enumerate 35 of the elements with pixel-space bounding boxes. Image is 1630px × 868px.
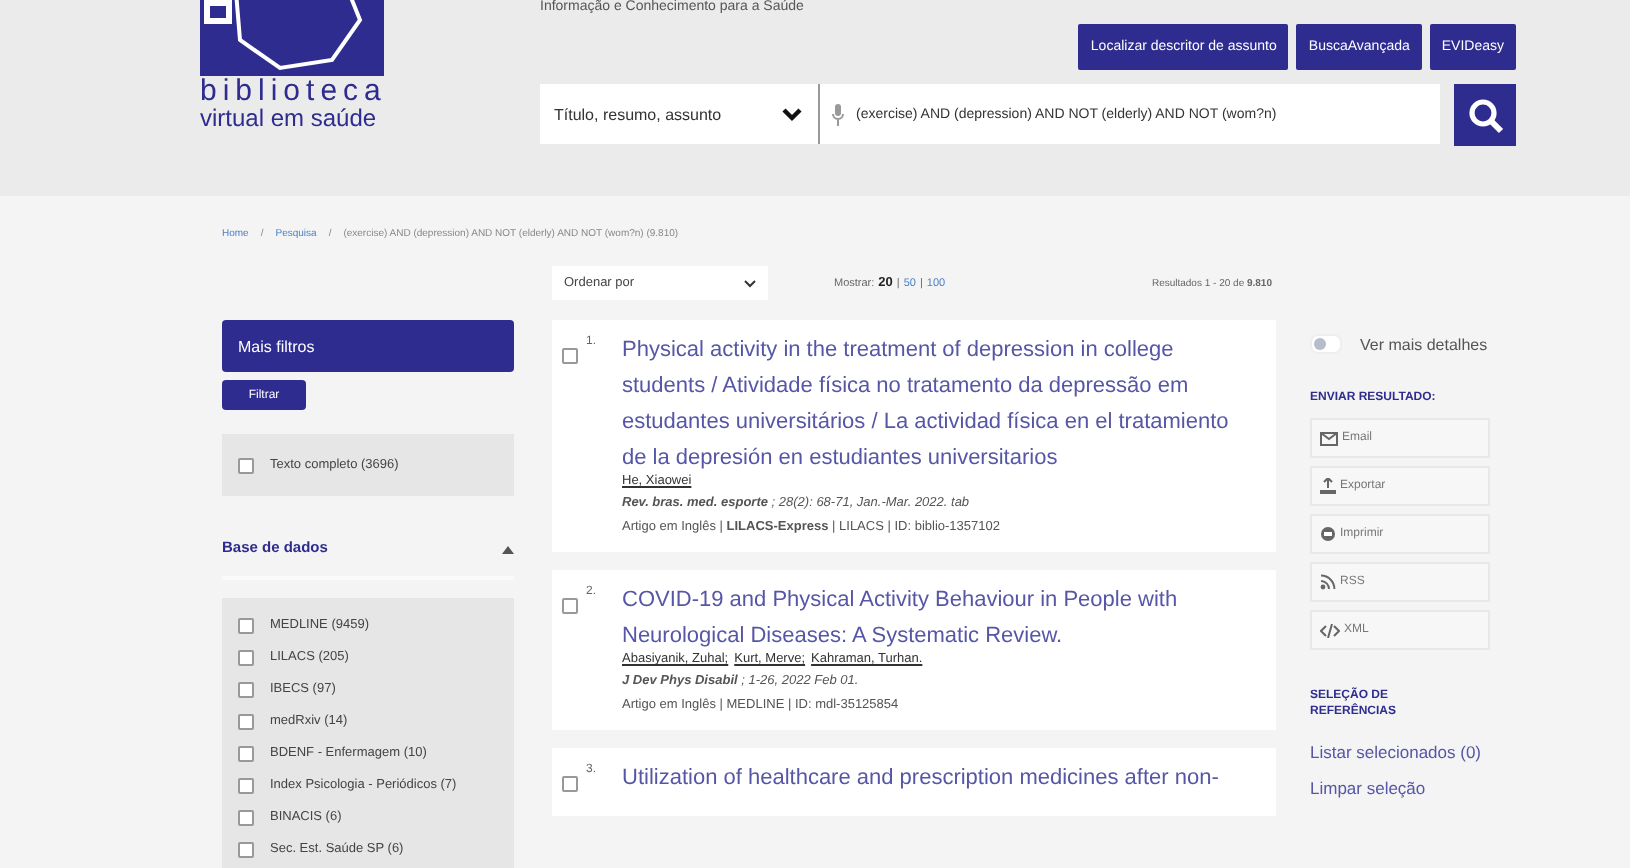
search-button[interactable] <box>1454 84 1516 146</box>
checkbox[interactable] <box>238 681 254 697</box>
selection-link[interactable]: Listar selecionados (0) <box>1310 742 1520 762</box>
checkbox[interactable] <box>238 713 254 729</box>
checkbox[interactable] <box>238 777 254 793</box>
envelope-icon <box>1320 431 1338 445</box>
selection-link[interactable]: Limpar seleção <box>1310 778 1520 798</box>
result-checkbox[interactable] <box>562 776 578 792</box>
toggle-switch[interactable] <box>1310 334 1342 354</box>
logo-icon <box>200 0 384 76</box>
upload-icon <box>1320 478 1336 494</box>
result-checkbox[interactable] <box>562 598 578 614</box>
chevron-down-icon <box>782 107 802 121</box>
checkbox[interactable] <box>238 841 254 857</box>
caret-up-icon[interactable] <box>502 546 514 554</box>
toggle-label: Ver mais detalhes <box>1360 335 1488 353</box>
field-select[interactable]: Título, resumo, assunto <box>540 84 820 144</box>
checkbox[interactable] <box>238 745 254 761</box>
checkbox[interactable] <box>238 457 254 473</box>
rss-icon <box>1320 574 1336 590</box>
logo-subtitle: virtual em saúde <box>200 106 377 132</box>
search-icon <box>1467 97 1503 133</box>
result-title-link[interactable]: Utilization of healthcare and prescription medicines after non- <box>622 760 1256 796</box>
result-title-link[interactable]: Physical activity in the treatment of depression in college students / Atividade física no tratamento da depressão em estudantes universitários / La actividad física en el tratamiento de la depresión en estudiantes universitarios <box>622 332 1256 476</box>
checkbox[interactable] <box>238 809 254 825</box>
checkbox[interactable] <box>238 649 254 665</box>
select-value: Título, resumo, assunto <box>554 105 722 123</box>
more-filters-bar[interactable]: Mais filtros <box>222 320 514 372</box>
microphone-icon[interactable] <box>832 103 844 125</box>
logo-text: biblioteca <box>200 78 387 106</box>
result-checkbox[interactable] <box>562 348 578 364</box>
code-icon <box>1320 623 1340 637</box>
chevron-down-icon <box>744 279 756 287</box>
checkbox[interactable] <box>238 617 254 633</box>
result-title-link[interactable]: COVID-19 and Physical Activity Behaviour in People with Neurological Diseases: A Systematic Review. <box>622 582 1256 654</box>
